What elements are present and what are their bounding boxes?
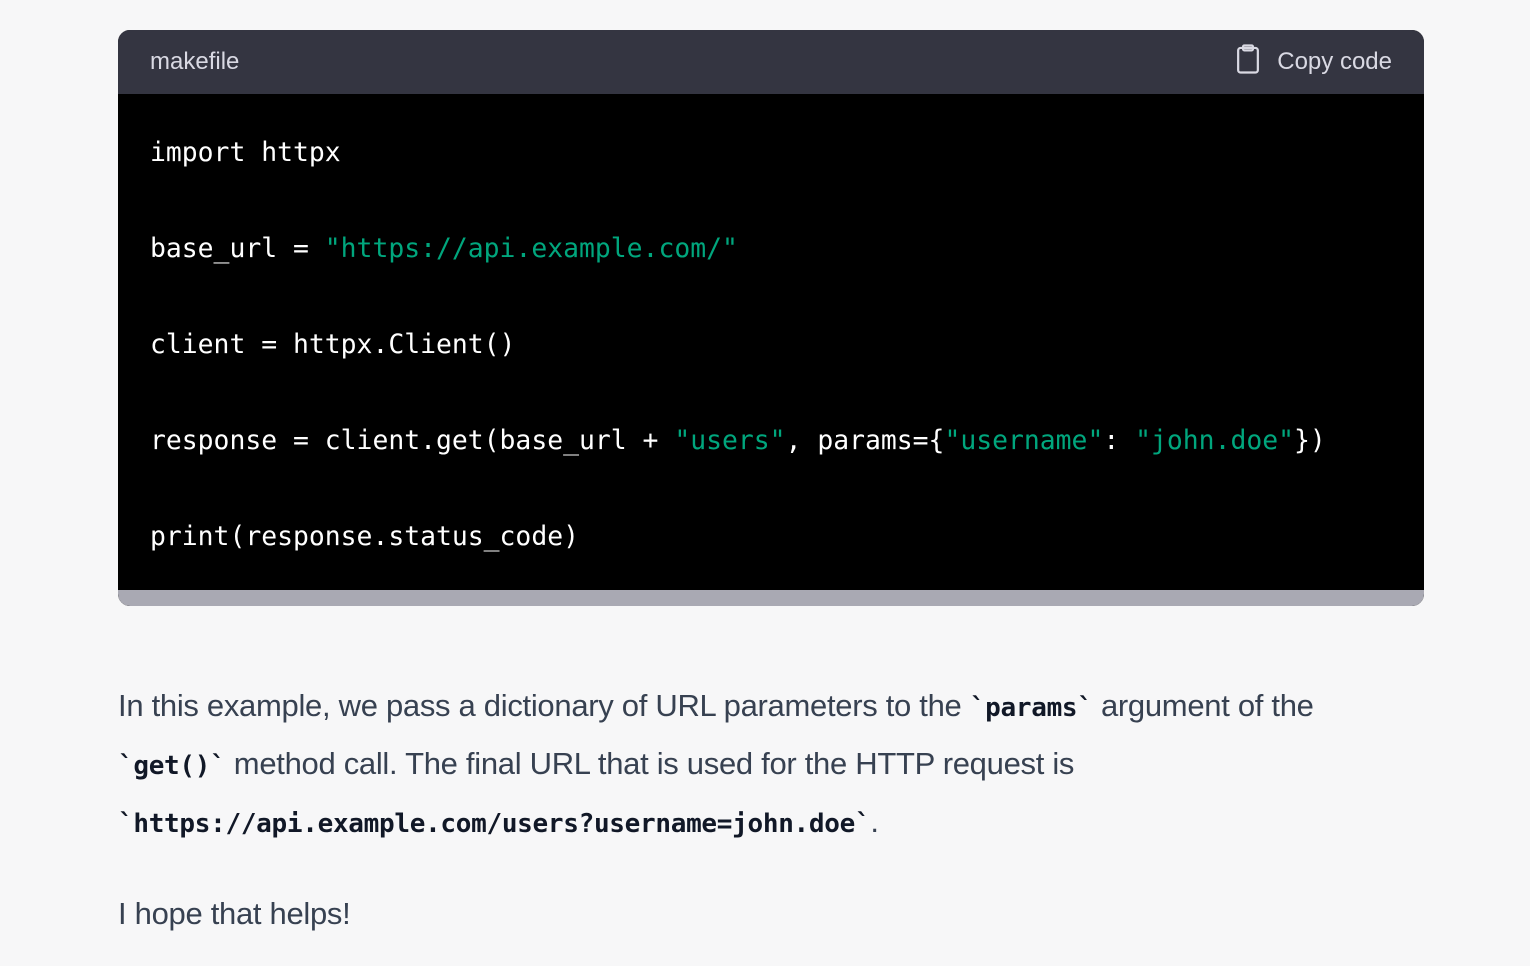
code-content[interactable]: import httpx base_url = "https://api.exam… <box>118 94 1424 590</box>
code-token: : <box>1103 425 1136 456</box>
string-token: "username" <box>944 425 1104 456</box>
horizontal-scrollbar[interactable] <box>118 590 1424 606</box>
inline-code: `https://api.example.com/users?username=… <box>118 809 871 839</box>
string-token: "john.doe" <box>1135 425 1295 456</box>
explanation-text: argument of the <box>1092 688 1314 723</box>
code-token: print(response.status_code) <box>150 521 579 552</box>
code-token: }) <box>1294 425 1326 456</box>
code-line: response = client.get(base_url + "users"… <box>150 422 1392 518</box>
clipboard-icon <box>1233 43 1263 82</box>
inline-code: `params` <box>969 693 1093 723</box>
code-line: import httpx <box>150 134 1392 230</box>
code-token: import httpx <box>150 137 341 168</box>
copy-code-button[interactable]: Copy code <box>1233 43 1392 82</box>
closing-message: I hope that helps! <box>118 896 351 931</box>
explanation-text: method call. The final URL that is used … <box>225 746 1075 781</box>
string-token: "users" <box>674 425 786 456</box>
explanation-text: In this example, we pass a dictionary of… <box>118 688 970 723</box>
code-token: , params={ <box>785 425 945 456</box>
code-language-label: makefile <box>150 48 240 75</box>
code-token: base_url = <box>150 233 325 264</box>
code-token: client = httpx.Client() <box>150 329 516 360</box>
code-line: base_url = "https://api.example.com/" <box>150 230 1392 326</box>
explanation-paragraph: In this example, we pass a dictionary of… <box>118 678 1424 852</box>
copy-code-label: Copy code <box>1277 48 1392 75</box>
explanation-text: . <box>870 804 879 839</box>
code-block-header: makefile Copy code <box>118 30 1424 94</box>
code-token: response = client.get(base_url + <box>150 425 675 456</box>
code-block: makefile Copy code import httpx base_url … <box>118 30 1424 606</box>
string-token: "https://api.example.com/" <box>324 233 738 264</box>
code-line: client = httpx.Client() <box>150 326 1392 422</box>
inline-code: `get()` <box>118 751 226 781</box>
